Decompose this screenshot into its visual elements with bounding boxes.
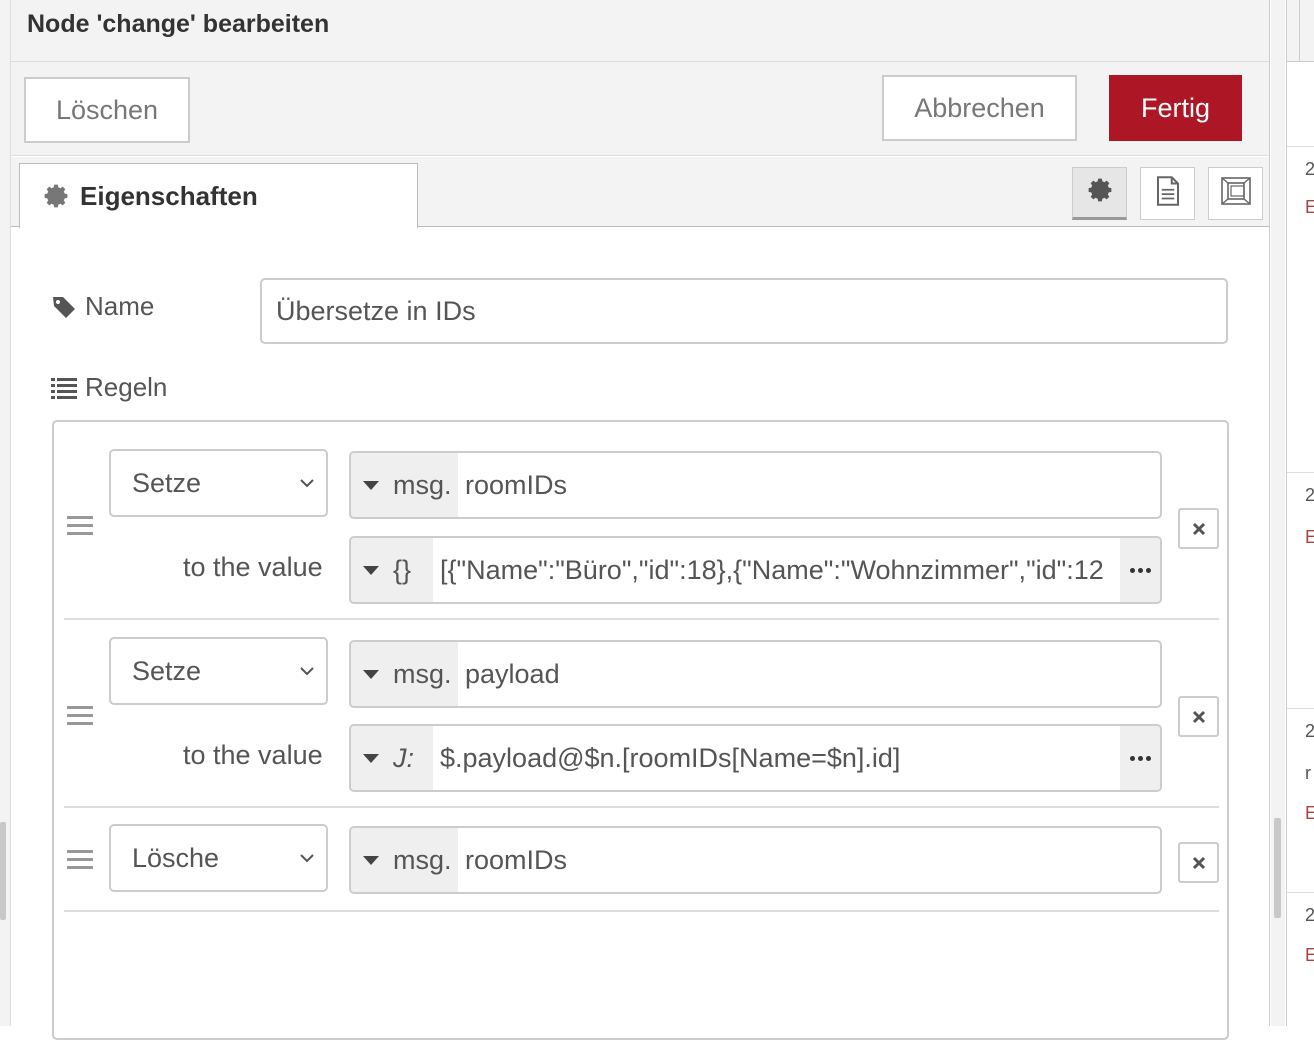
done-button[interactable]: Fertig [1109,75,1242,141]
gear-icon [1087,177,1113,208]
to-the-value-label: to the value [183,740,323,770]
cancel-button[interactable]: Abbrechen [882,75,1077,141]
close-icon [1192,710,1205,723]
drag-handle-icon[interactable] [67,516,93,536]
sidebar-entry: 2 E [1287,472,1314,708]
rule-action-value: Lösche [132,842,220,873]
rule-action-select[interactable]: Lösche [109,824,328,892]
tab-bar: Eigenschaften [11,157,1269,228]
target-type-label: msg. [393,844,452,875]
name-label-text: Name [85,291,155,321]
caret-down-icon [363,855,379,865]
rule-action-select[interactable]: Setze [109,449,328,517]
debug-sidebar-peek: 2 E 2 E 2 r E 2 E [1286,0,1314,1026]
sidebar-entry-text: E [1305,527,1314,547]
sidebar-header [1287,0,1314,62]
rule-action-select[interactable]: Setze [109,637,328,705]
sidebar-entry: 2 r E [1287,708,1314,892]
sidebar-entry-text: 2 [1305,485,1314,505]
appearance-icon-button[interactable] [1208,167,1263,220]
name-label: Name [51,291,154,322]
sidebar-entry-text: E [1305,945,1314,965]
caret-down-icon [363,480,379,490]
target-type-label: msg. [393,469,452,500]
caret-down-icon [363,753,379,763]
target-type-label: msg. [393,658,452,689]
expand-editor-button[interactable] [1120,726,1160,790]
rule-row: Setze msg. payload to the value J: $.pay… [64,620,1219,808]
rule-target-input[interactable]: msg. roomIDs [349,451,1162,519]
expand-editor-button[interactable] [1120,538,1160,602]
target-type-select[interactable]: msg. [351,828,458,892]
close-icon [1192,856,1205,869]
rule-row: Lösche msg. roomIDs [64,808,1219,912]
rule-value-input[interactable]: {} [{"Name":"Büro","id":18},{"Name":"Woh… [349,536,1162,604]
tray-toolbar: Löschen Abbrechen Fertig [11,62,1269,156]
sidebar-entry: 2 E [1287,892,1314,1026]
delete-rule-button[interactable] [1178,842,1219,883]
tag-icon [51,294,77,320]
json-value: [{"Name":"Büro","id":18},{"Name":"Wohnzi… [440,554,1104,585]
tray-header: Node 'change' bearbeiten [11,0,1269,62]
name-input[interactable]: Übersetze in IDs [260,278,1228,344]
json-type-icon: {} [393,554,412,585]
rule-row: Setze msg. roomIDs to the value {} [{"Na… [64,422,1219,620]
value-type-select[interactable]: {} [351,538,433,602]
rule-action-value: Setze [132,467,202,498]
frame-icon [1220,176,1252,211]
list-icon [51,375,77,401]
delete-rule-button[interactable] [1178,696,1219,737]
left-scrollbar[interactable] [0,822,6,920]
target-type-select[interactable]: msg. [351,642,458,706]
target-value: roomIDs [465,844,568,875]
caret-down-icon [363,669,379,679]
to-the-value-label: to the value [183,552,323,582]
rule-action-value: Setze [132,655,202,686]
tray-scrollbar[interactable] [1274,818,1281,918]
rules-list: Setze msg. roomIDs to the value {} [{"Na… [52,420,1229,1040]
sidebar-entry-text: 2 [1305,159,1314,179]
sidebar-entry-text: 2 [1305,905,1314,925]
chevron-down-icon [300,479,314,488]
properties-icon-button[interactable] [1072,167,1127,220]
target-value: roomIDs [465,469,568,500]
drag-handle-icon[interactable] [67,706,93,726]
drag-handle-icon[interactable] [67,850,93,870]
rules-label-text: Regeln [85,372,168,402]
sidebar-entry-text: E [1305,197,1314,217]
value-type-select[interactable]: J: [351,726,433,790]
jsonata-value: $.payload@$n.[roomIDs[Name=$n].id] [440,742,901,773]
target-value: payload [465,658,560,689]
rule-value-input[interactable]: J: $.payload@$n.[roomIDs[Name=$n].id] [349,724,1162,792]
caret-down-icon [363,565,379,575]
tab-properties-label: Eigenschaften [80,180,258,211]
document-icon [1155,176,1181,211]
close-icon [1192,522,1205,535]
target-type-select[interactable]: msg. [351,453,458,517]
delete-rule-button[interactable] [1178,508,1219,549]
description-icon-button[interactable] [1140,167,1195,220]
sidebar-entry: 2 E [1287,146,1314,472]
gear-icon [42,182,70,210]
delete-button[interactable]: Löschen [24,77,190,143]
sidebar-entry-text: r [1305,763,1311,783]
properties-panel: Name Übersetze in IDs Regeln Setze msg. … [11,228,1269,1040]
edit-tray: Node 'change' bearbeiten Löschen Abbrech… [10,0,1270,1040]
sidebar-entry-text: 2 [1305,721,1314,741]
dialog-title: Node 'change' bearbeiten [27,10,330,38]
jsonata-type-icon: J: [393,742,415,773]
rule-target-input[interactable]: msg. payload [349,640,1162,708]
sidebar-entry-text: E [1305,803,1314,823]
rules-label: Regeln [51,372,167,403]
chevron-down-icon [300,854,314,863]
chevron-down-icon [300,667,314,676]
tab-properties[interactable]: Eigenschaften [19,163,418,228]
rule-target-input[interactable]: msg. roomIDs [349,826,1162,894]
